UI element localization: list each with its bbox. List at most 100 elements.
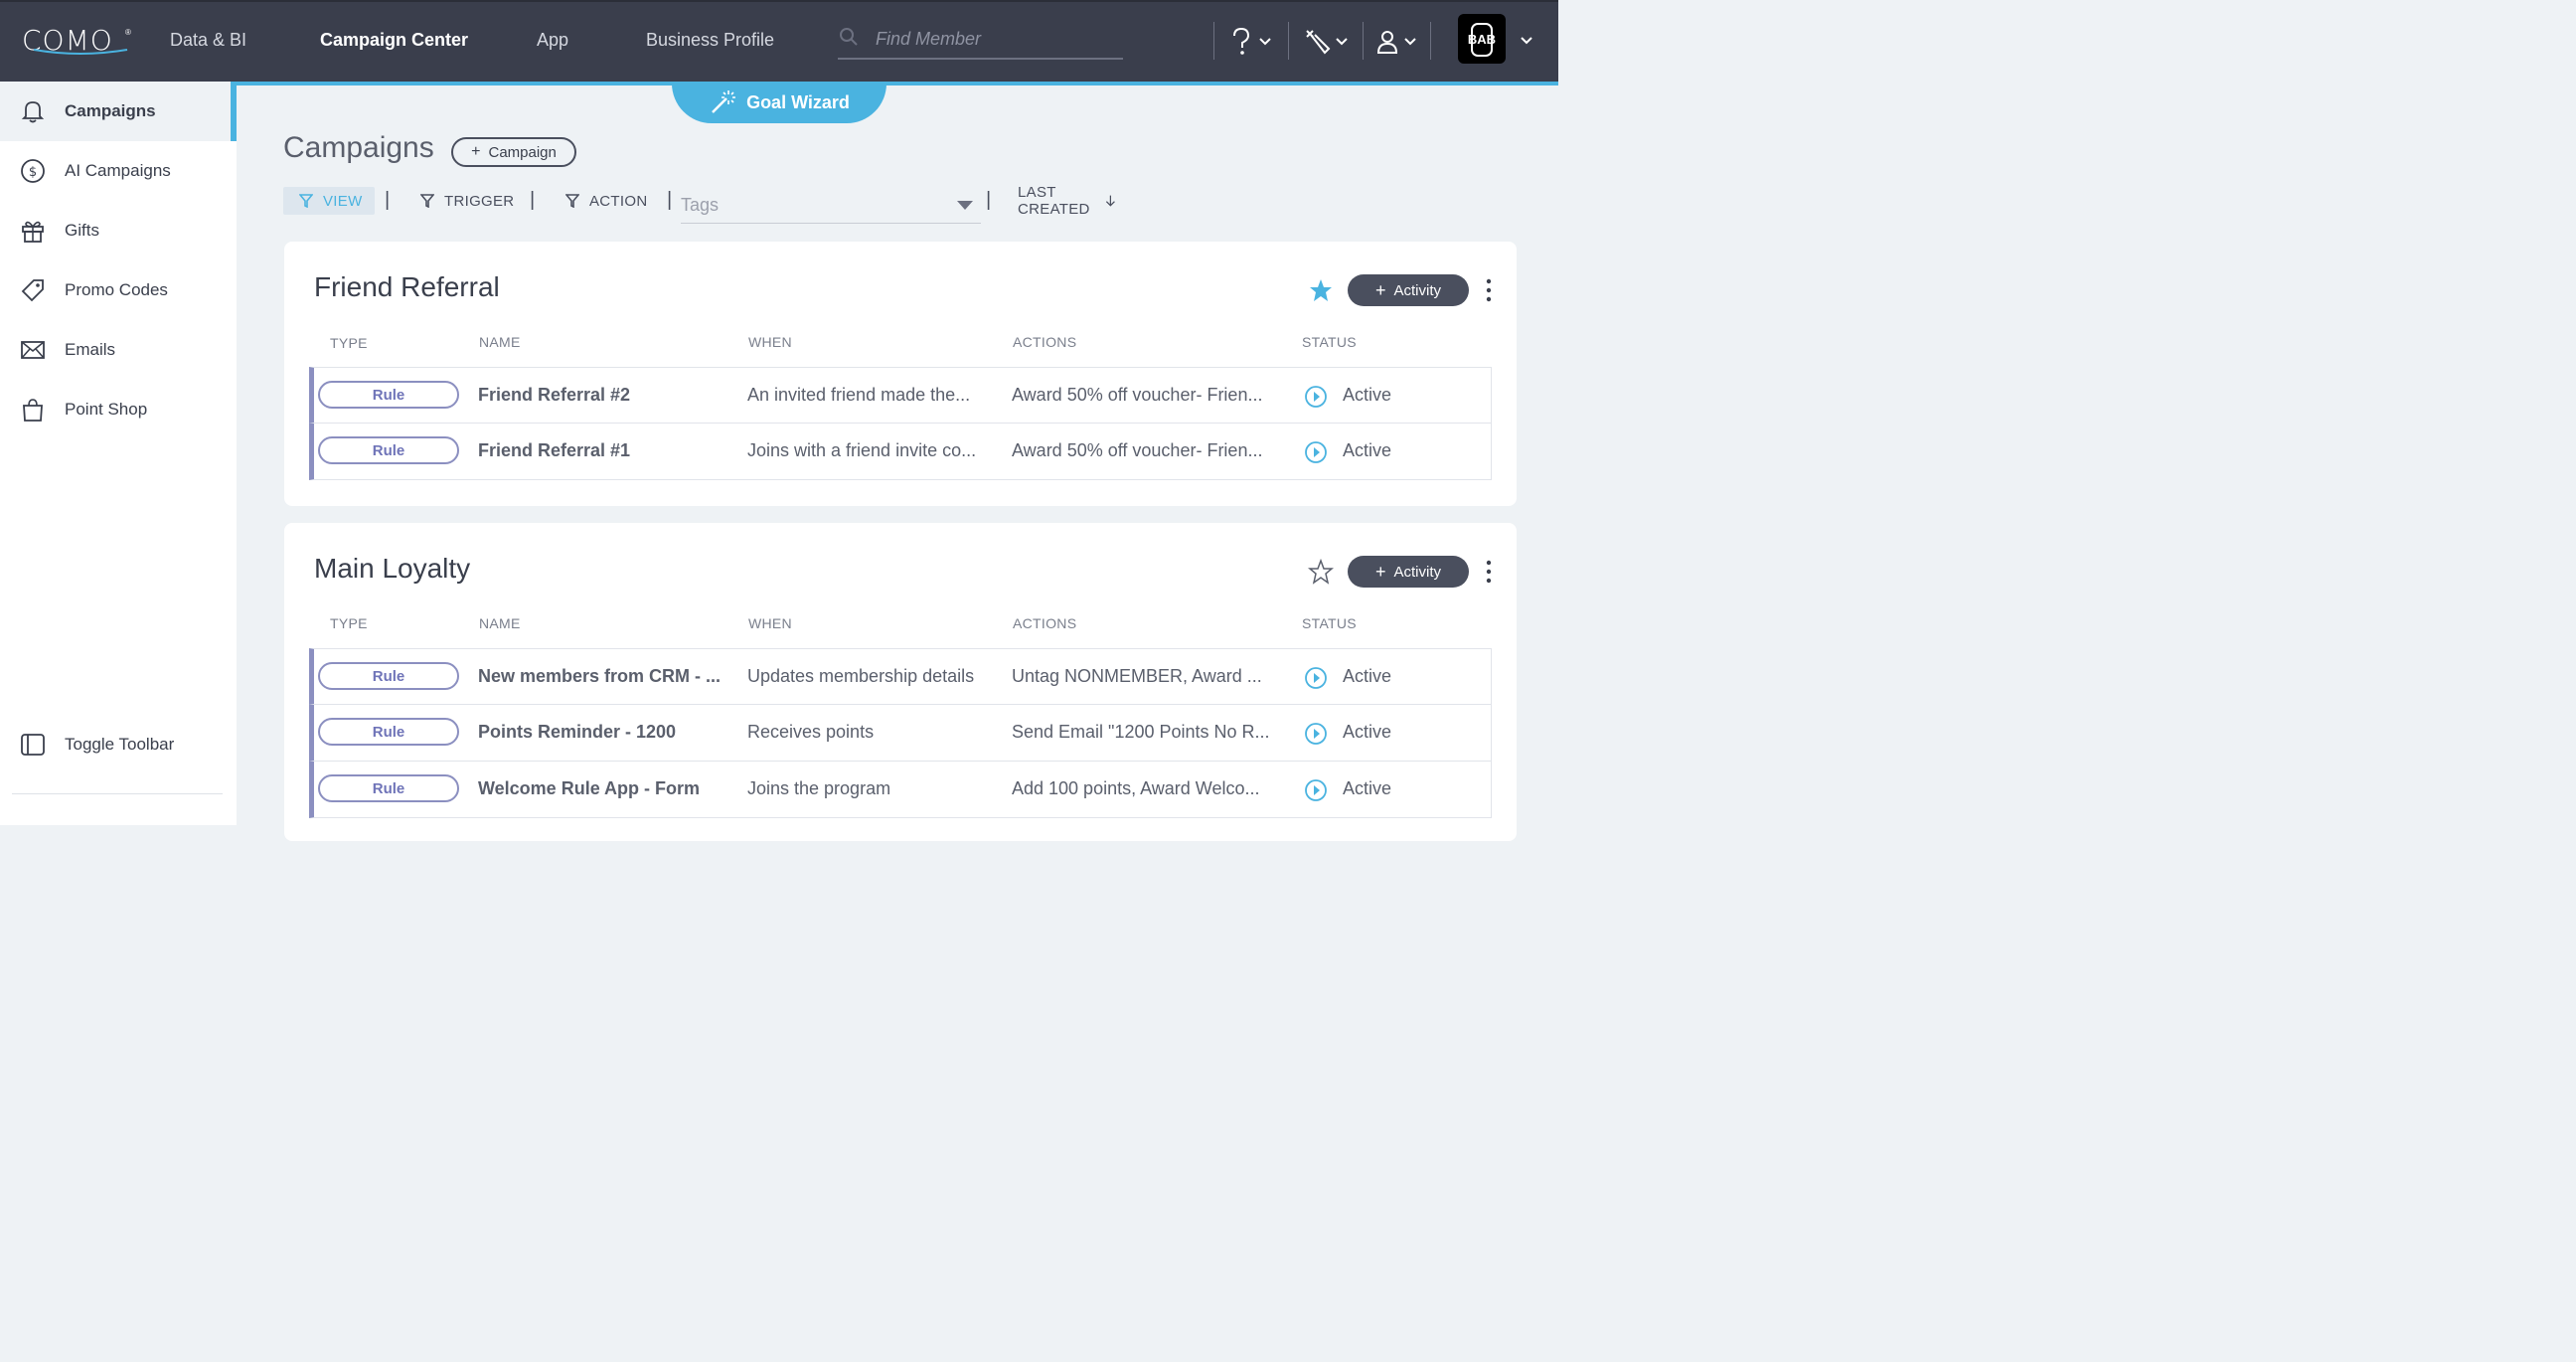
table-row[interactable]: Rule Points Reminder - 1200 Receives poi… [309,705,1492,762]
nav-divider [1363,22,1364,60]
envelope-icon [21,341,45,359]
user-menu-button[interactable] [1375,24,1417,60]
goal-wizard-button[interactable]: Goal Wizard [672,82,886,123]
top-nav-bar: COMO ® Data & BI Campaign Center App Bus… [0,0,1558,82]
play-circle-icon [1305,779,1327,801]
filter-separator: | [667,189,673,211]
caret-down-icon [957,201,973,210]
type-badge: Rule [318,436,459,464]
nav-business-profile[interactable]: Business Profile [646,30,774,51]
table-row[interactable]: Rule Welcome Rule App - Form Joins the p… [309,762,1492,818]
nav-divider [1288,22,1289,60]
type-badge: Rule [318,718,459,746]
column-header-name: NAME [479,615,521,631]
sidebar: Campaigns $ AI Campaigns Gifts Promo Cod… [0,82,237,825]
search-icon [840,28,858,46]
nav-campaign-center[interactable]: Campaign Center [320,30,468,51]
bell-icon [21,101,45,123]
column-header-status: STATUS [1302,334,1357,350]
add-activity-label: Activity [1393,281,1442,299]
column-header-actions: ACTIONS [1013,615,1077,631]
rule-actions: Add 100 points, Award Welco... [1012,778,1260,798]
sidebar-item-gifts[interactable]: Gifts [0,201,237,260]
account-badge-text: BAB [1467,32,1497,47]
table-row[interactable]: Rule New members from CRM - ... Updates … [309,648,1492,705]
gift-icon [22,221,44,243]
toggle-toolbar-label: Toggle Toolbar [65,735,175,754]
sidebar-divider [12,793,223,794]
sort-button[interactable]: LAST CREATED [1018,184,1126,218]
rule-name: Points Reminder - 1200 [478,722,677,742]
chevron-down-icon[interactable] [1520,36,1533,46]
campaign-card: Main Loyalty + Activity TYPE NAME WHEN A… [284,523,1517,841]
star-filled-icon[interactable] [1308,277,1334,303]
action-filter-label: ACTION [589,192,648,210]
add-campaign-label: Campaign [488,143,557,161]
column-header-type: TYPE [330,335,368,351]
table-row[interactable]: Rule Friend Referral #2 An invited frien… [309,367,1492,424]
help-menu-button[interactable] [1228,24,1272,60]
column-header-name: NAME [479,334,521,350]
play-circle-icon [1305,723,1327,745]
column-header-when: WHEN [748,334,792,350]
column-header-actions: ACTIONS [1013,334,1077,350]
table-row[interactable]: Rule Friend Referral #1 Joins with a fri… [309,424,1492,480]
column-header-status: STATUS [1302,615,1357,631]
more-options-icon[interactable] [1481,277,1497,303]
filter-separator: | [986,189,992,211]
rule-status: Active [1343,778,1392,798]
action-filter-button[interactable]: ACTION [565,187,647,215]
tags-dropdown[interactable]: Tags [681,187,981,224]
arrow-down-icon [1105,195,1115,207]
rule-name: New members from CRM - ... [478,666,722,686]
dollar-circle-icon: $ [21,159,45,183]
rule-name: Friend Referral #1 [478,440,631,460]
campaign-title: Main Loyalty [314,553,471,584]
star-outline-icon[interactable] [1308,559,1334,585]
toggle-toolbar-button[interactable]: Toggle Toolbar [0,715,237,774]
sidebar-item-campaigns[interactable]: Campaigns [0,82,237,141]
sort-label: LAST CREATED [1018,184,1090,218]
nav-data-bi[interactable]: Data & BI [170,30,246,51]
play-circle-icon [1305,441,1327,463]
rule-status: Active [1343,385,1392,405]
sidebar-item-point-shop[interactable]: Point Shop [0,380,237,439]
type-badge: Rule [318,662,459,690]
tools-menu-button[interactable] [1303,24,1349,60]
sidebar-item-promo-codes[interactable]: Promo Codes [0,260,237,320]
sidebar-item-label: Gifts [65,221,99,240]
shopping-bag-icon [23,399,43,422]
rule-status: Active [1343,666,1392,686]
como-logo[interactable]: COMO ® [22,24,131,57]
sidebar-item-label: AI Campaigns [65,161,171,180]
filter-separator: | [385,189,391,211]
svg-text:$: $ [29,165,37,180]
more-options-icon[interactable] [1481,559,1497,585]
play-circle-icon [1305,386,1327,408]
find-member-input[interactable] [874,24,1116,54]
trigger-filter-button[interactable]: TRIGGER [420,187,514,215]
rule-status: Active [1343,440,1392,460]
sidebar-item-label: Campaigns [65,101,156,120]
sidebar-item-emails[interactable]: Emails [0,320,237,380]
sidebar-item-ai-campaigns[interactable]: $ AI Campaigns [0,141,237,201]
add-activity-button[interactable]: + Activity [1348,274,1469,306]
nav-app[interactable]: App [537,30,568,51]
rule-actions: Award 50% off voucher- Frien... [1012,385,1263,405]
rule-actions: Send Email "1200 Points No R... [1012,722,1270,742]
plus-icon: + [471,143,481,160]
rule-when: An invited friend made the... [747,385,971,405]
add-campaign-button[interactable]: + Campaign [451,137,576,167]
filter-icon [299,194,313,208]
plus-icon: + [1374,561,1386,582]
tag-icon [21,279,44,302]
account-avatar[interactable]: BAB [1458,14,1506,64]
filter-icon [420,194,434,208]
rule-name: Friend Referral #2 [478,385,631,405]
filter-icon [565,194,579,208]
view-filter-button[interactable]: VIEW [283,187,375,215]
trigger-filter-label: TRIGGER [444,192,515,210]
filter-separator: | [530,189,536,211]
add-activity-button[interactable]: + Activity [1348,556,1469,588]
rule-status: Active [1343,722,1392,742]
